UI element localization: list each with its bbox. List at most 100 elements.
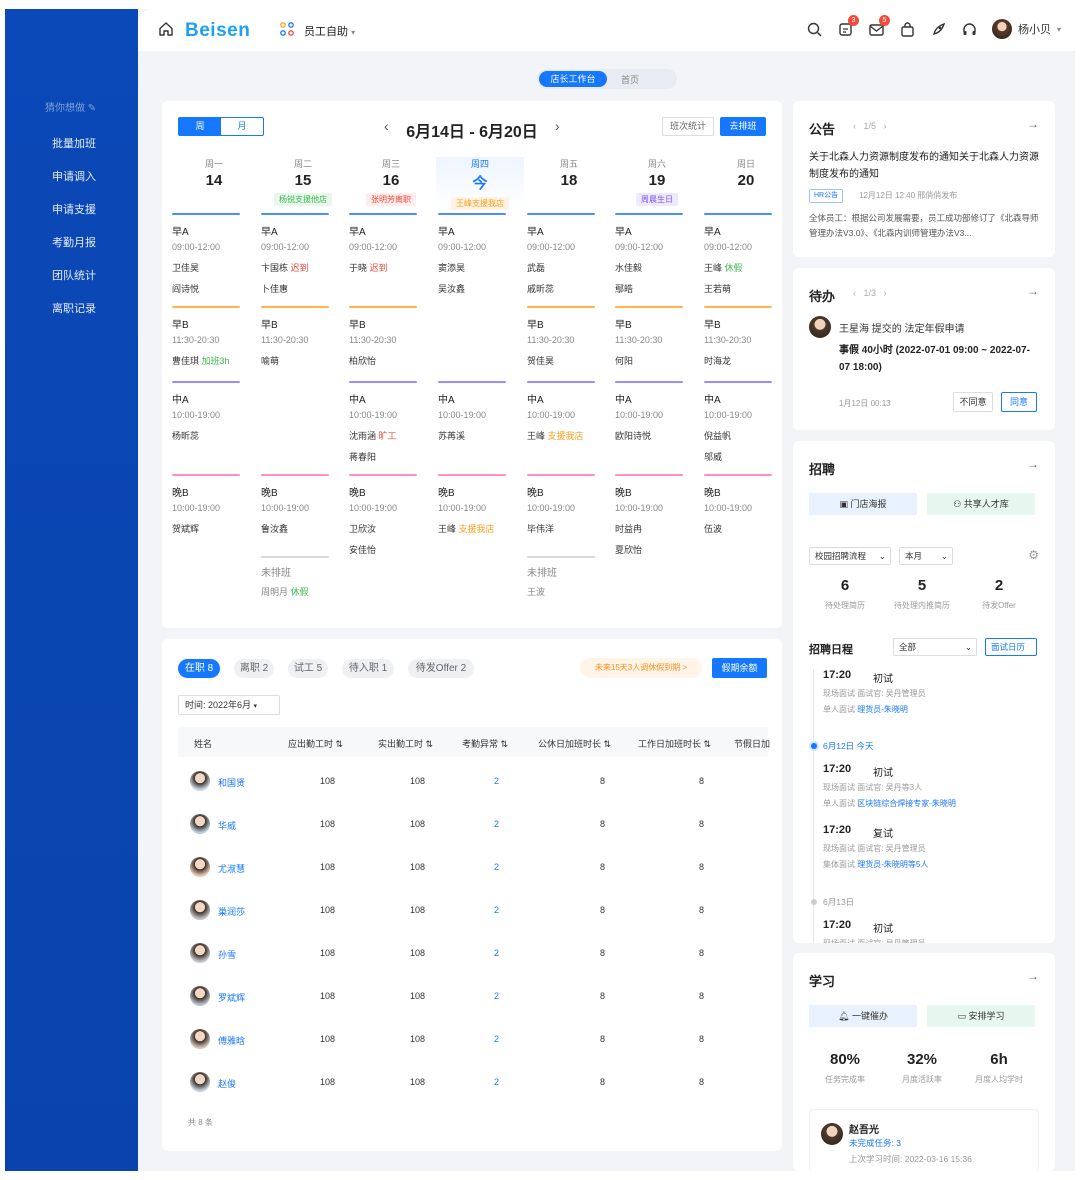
shift-person[interactable]: 窦添昊 bbox=[438, 261, 506, 274]
announcement-headline[interactable]: 关于北森人力资源制度发布的通知关于北森人力资源制度发布的通知 bbox=[809, 149, 1041, 183]
shift-person[interactable]: 武磊 bbox=[527, 261, 595, 274]
day-header[interactable]: 周日 20 bbox=[702, 157, 790, 189]
shift-person[interactable]: 王峰 休假 bbox=[704, 261, 772, 274]
shift-person[interactable]: 卜佳惠 bbox=[261, 282, 329, 295]
attendance-abnormal[interactable]: 2 bbox=[494, 819, 499, 829]
shift-block[interactable]: 早B 11:30-20:30 喻萌 bbox=[261, 306, 329, 367]
status-filter-pill[interactable]: 待发Offer 2 bbox=[408, 659, 474, 678]
shift-person[interactable]: 邬威 bbox=[704, 450, 772, 463]
shift-stats-button[interactable]: 班次统计 bbox=[662, 117, 714, 136]
employee-self-service-menu[interactable]: 员工自助 ▾ bbox=[304, 23, 355, 39]
headset-icon[interactable] bbox=[961, 21, 978, 38]
stat-offer-count[interactable]: 2 bbox=[963, 577, 1035, 594]
table-row[interactable]: 和国贤 108 108 2 8 8 bbox=[178, 759, 768, 802]
table-row[interactable]: 孙雪 108 108 2 8 8 bbox=[178, 931, 768, 974]
user-menu[interactable]: 杨小贝 ▾ bbox=[991, 19, 1061, 39]
brand-logo[interactable]: Beisen bbox=[185, 20, 250, 42]
shift-person[interactable]: 卫欣汝 bbox=[349, 522, 417, 535]
settings-icon[interactable]: ⚙ bbox=[1028, 548, 1039, 562]
sidebar-item-attendance-report[interactable]: 考勤月报 bbox=[52, 234, 96, 250]
shift-block[interactable]: 中A 10:00-19:00 沈雨涵 旷工 蒋春阳 bbox=[349, 381, 417, 463]
attendance-abnormal[interactable]: 2 bbox=[494, 862, 499, 872]
attendance-abnormal[interactable]: 2 bbox=[494, 1077, 499, 1087]
shift-block[interactable]: 中A 10:00-19:00 欧阳诗悦 bbox=[615, 381, 683, 442]
column-header[interactable]: 姓名 bbox=[194, 737, 212, 750]
table-row[interactable]: 傅雅晗 108 108 2 8 8 bbox=[178, 1017, 768, 1060]
shift-block[interactable]: 晚B 10:00-19:00 卫欣汝 安佳怡 bbox=[349, 474, 417, 556]
shift-block[interactable]: 晚B 10:00-19:00 王峰 支援我店 bbox=[438, 474, 506, 535]
column-header[interactable]: 应出勤工时 ⇅ bbox=[288, 737, 343, 750]
shift-block[interactable]: 晚B 10:00-19:00 鲁汝鑫 bbox=[261, 474, 329, 535]
tab-home[interactable]: 首页 bbox=[621, 73, 639, 86]
shift-person[interactable]: 阎诗悦 bbox=[172, 282, 240, 295]
shift-block[interactable]: 早A 09:00-12:00 于晓 迟到 bbox=[349, 213, 417, 274]
shared-talent-button[interactable]: ⚇ 共享人才库 bbox=[927, 493, 1035, 515]
employee-name[interactable]: 和国贤 bbox=[218, 776, 245, 789]
shift-person[interactable]: 沈雨涵 旷工 bbox=[349, 429, 417, 442]
shift-person[interactable]: 时海龙 bbox=[704, 354, 772, 367]
shift-person[interactable]: 夏欣怡 bbox=[615, 543, 683, 556]
attendance-abnormal[interactable]: 2 bbox=[494, 776, 499, 786]
shift-person[interactable]: 贺斌辉 bbox=[172, 522, 240, 535]
sidebar-item-transfer-in[interactable]: 申请调入 bbox=[52, 168, 96, 184]
mail-icon[interactable]: 5 bbox=[868, 15, 890, 38]
table-row[interactable]: 华威 108 108 2 8 8 bbox=[178, 802, 768, 845]
shift-person[interactable]: 王波 bbox=[527, 585, 595, 598]
shift-person[interactable]: 欧阳诗悦 bbox=[615, 429, 683, 442]
leave-balance-button[interactable]: 假期余额 bbox=[712, 658, 767, 678]
day-header[interactable]: 周二 15 杨锐支援他店 bbox=[259, 157, 347, 207]
status-filter-pill[interactable]: 在职 8 bbox=[178, 659, 220, 678]
stat-referral-count[interactable]: 5 bbox=[886, 577, 958, 594]
employee-name[interactable]: 罗斌辉 bbox=[218, 991, 245, 1004]
day-header[interactable]: 周四今王峰支援我店 bbox=[436, 157, 524, 211]
candidate-link[interactable]: 区块链综合焊接专家-朱晓明 bbox=[857, 799, 956, 808]
shift-block[interactable]: 晚B 10:00-19:00 贺斌辉 bbox=[172, 474, 240, 535]
arrow-right-icon[interactable]: → bbox=[1027, 457, 1039, 471]
stat-resume-count[interactable]: 6 bbox=[809, 577, 881, 594]
candidate-link[interactable]: 理货员-朱晓明 bbox=[857, 705, 908, 714]
learner-task[interactable]: 未完成任务: 3 bbox=[849, 1137, 901, 1149]
shift-block[interactable]: 早A 09:00-12:00 水佳毅 鄢皓 bbox=[615, 213, 683, 295]
shift-block[interactable]: 晚B 10:00-19:00 时益冉 夏欣怡 bbox=[615, 474, 683, 556]
table-row[interactable]: 巢润莎 108 108 2 8 8 bbox=[178, 888, 768, 931]
shift-block[interactable]: 中A 10:00-19:00 倪益帆 邬威 bbox=[704, 381, 772, 463]
shift-person[interactable]: 卞国栋 迟到 bbox=[261, 261, 329, 274]
leave-expiry-notice[interactable]: 未来15天3人调休假到期 > bbox=[580, 658, 702, 678]
arrange-learning-button[interactable]: ▭ 安排学习 bbox=[927, 1005, 1035, 1027]
column-header[interactable]: 实出勤工时 ⇅ bbox=[378, 737, 433, 750]
approve-button[interactable]: 同意 bbox=[1001, 392, 1037, 412]
prev-week-arrow-icon[interactable]: ‹ bbox=[384, 118, 389, 134]
day-header[interactable]: 周五 18 bbox=[525, 157, 613, 189]
shift-person[interactable]: 喻萌 bbox=[261, 354, 329, 367]
shift-person[interactable]: 王峰 支援我店 bbox=[438, 522, 506, 535]
interview-candidate[interactable]: 单人面试 区块链综合焊接专家-朱晓明 bbox=[823, 798, 956, 809]
attendance-abnormal[interactable]: 2 bbox=[494, 1034, 499, 1044]
attendance-abnormal[interactable]: 2 bbox=[494, 948, 499, 958]
shift-person[interactable]: 鲁汝鑫 bbox=[261, 522, 329, 535]
day-header[interactable]: 周六 19 周晨生日 bbox=[613, 157, 701, 207]
shift-block[interactable]: 早A 09:00-12:00 窦添昊 吴汝鑫 bbox=[438, 213, 506, 295]
status-filter-pill[interactable]: 离职 2 bbox=[234, 659, 274, 678]
sidebar-item-resign-records[interactable]: 离职记录 bbox=[52, 300, 96, 316]
shift-block[interactable]: 早B 11:30-20:30 何阳 bbox=[615, 306, 683, 367]
shift-person[interactable]: 杨昕蕊 bbox=[172, 429, 240, 442]
bag-icon[interactable] bbox=[899, 21, 916, 38]
employee-name[interactable]: 巢润莎 bbox=[218, 905, 245, 918]
shift-person[interactable]: 倪益帆 bbox=[704, 429, 772, 442]
schedule-filter-select[interactable]: 全部 ⌄ bbox=[893, 638, 977, 656]
shift-block[interactable]: 早A 09:00-12:00 王峰 休假 王若萌 bbox=[704, 213, 772, 295]
shift-person[interactable]: 周明月 休假 bbox=[261, 585, 329, 598]
shift-block[interactable]: 晚B 10:00-19:00 毕伟洋 bbox=[527, 474, 595, 535]
shift-person[interactable]: 柏欣怡 bbox=[349, 354, 417, 367]
employee-name[interactable]: 傅雅晗 bbox=[218, 1034, 245, 1047]
apps-grid-icon[interactable] bbox=[280, 22, 294, 36]
shift-block[interactable]: 中A 10:00-19:00 苏苒溪 bbox=[438, 381, 506, 442]
month-select[interactable]: 本月 ⌄ bbox=[899, 547, 953, 565]
remind-button[interactable]: 🔔︎ 一键催办 bbox=[809, 1005, 917, 1027]
arrow-right-icon[interactable]: → bbox=[1027, 117, 1039, 131]
shift-block[interactable]: 早A 09:00-12:00 卫佳昊 阎诗悦 bbox=[172, 213, 240, 295]
interview-candidate[interactable]: 单人面试 理货员-朱晓明 bbox=[823, 704, 908, 715]
shift-block[interactable]: 早B 11:30-20:30 柏欣怡 bbox=[349, 306, 417, 367]
search-icon[interactable] bbox=[806, 21, 823, 38]
sidebar-item-batch-overtime[interactable]: 批量加班 bbox=[52, 135, 96, 151]
